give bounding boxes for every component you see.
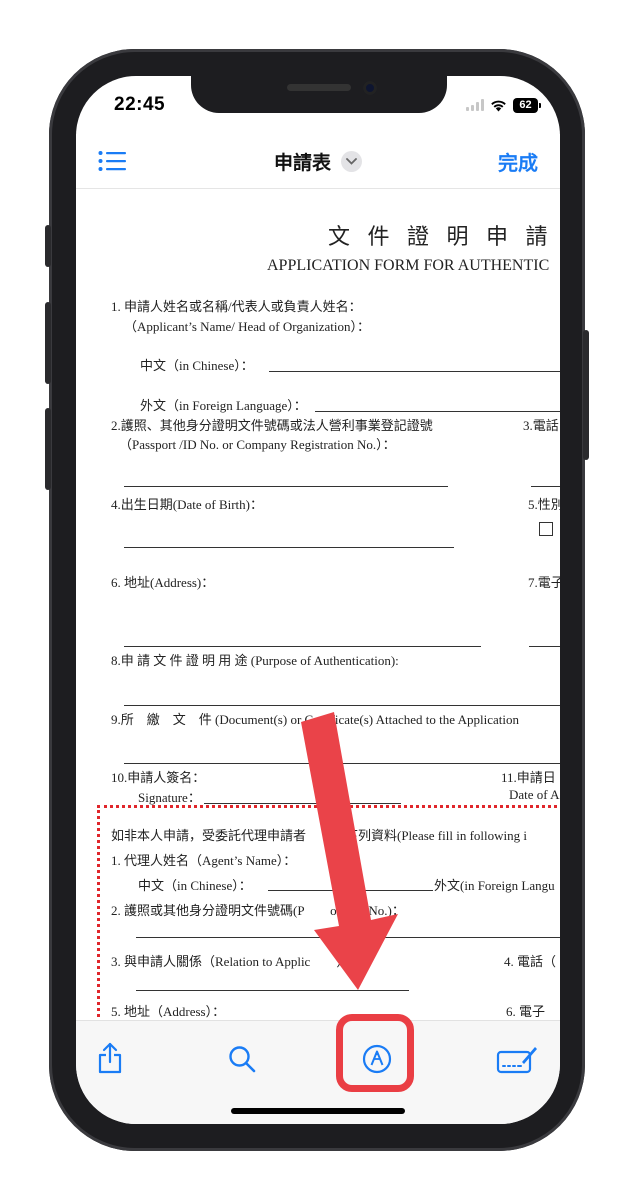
tutorial-arrow	[301, 712, 398, 990]
markup-button-highlight	[336, 1014, 414, 1092]
